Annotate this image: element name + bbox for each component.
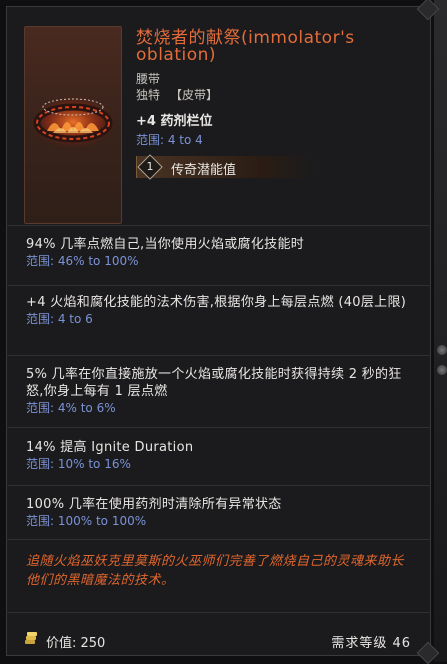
gold-coin-icon bbox=[25, 632, 37, 644]
implicit-stat: +4 药剂栏位 bbox=[136, 114, 213, 129]
affix-text: 94% 几率点燃自己,当你使用火焰或腐化技能时 bbox=[26, 237, 305, 252]
legendary-potential-bar: 1 传奇潜能值 bbox=[136, 154, 315, 180]
affix-range: 范围: 46% to 100% bbox=[26, 254, 139, 268]
affix-block: 14% 提高 Ignite Duration 范围: 10% to 16% bbox=[6, 427, 431, 485]
scroll-rail bbox=[434, 0, 447, 662]
affix-block: 100% 几率在使用药剂时清除所有异常状态 范围: 100% to 100% bbox=[6, 485, 431, 539]
rail-knob bbox=[437, 365, 447, 375]
affix-text: +4 火焰和腐化技能的法术伤害,根据你身上每层点燃 (40层上限) bbox=[26, 295, 407, 310]
item-header: 焚烧者的献祭(immolator's oblation) 腰带 独特 【皮带】 +… bbox=[6, 6, 431, 224]
item-value: 价值: 250 bbox=[46, 636, 106, 651]
affix-block: 94% 几率点燃自己,当你使用火焰或腐化技能时 范围: 46% to 100% bbox=[6, 225, 431, 285]
affix-range: 范围: 4 to 6 bbox=[26, 312, 93, 326]
affix-range: 范围: 4% to 6% bbox=[26, 401, 116, 415]
affix-text: 5% 几率在你直接施放一个火焰或腐化技能时获得持续 2 秒的狂怒,你身上每有 1… bbox=[26, 367, 402, 399]
item-rarity-line: 独特 【皮带】 bbox=[136, 86, 218, 103]
affix-range: 范围: 100% to 100% bbox=[26, 514, 147, 528]
level-requirement: 需求等级 46 bbox=[331, 636, 411, 651]
item-rarity: 独特 bbox=[136, 88, 161, 102]
affix-text: 14% 提高 Ignite Duration bbox=[26, 440, 194, 455]
affix-text: 100% 几率在使用药剂时清除所有异常状态 bbox=[26, 497, 282, 512]
item-type-tag: 【皮带】 bbox=[170, 88, 219, 102]
potential-label: 传奇潜能值 bbox=[171, 163, 237, 178]
potential-diamond-icon: 1 bbox=[137, 154, 163, 180]
item-footer: 价值: 250 需求等级 46 bbox=[6, 612, 431, 656]
item-title: 焚烧者的献祭(immolator's oblation) bbox=[136, 28, 355, 65]
potential-count: 1 bbox=[146, 160, 154, 173]
item-type: 腰带 bbox=[136, 72, 161, 86]
affix-block: 5% 几率在你直接施放一个火焰或腐化技能时获得持续 2 秒的狂怒,你身上每有 1… bbox=[6, 355, 431, 427]
affix-range: 范围: 10% to 16% bbox=[26, 457, 131, 471]
belt-item-icon bbox=[24, 26, 122, 224]
flavor-text: 追随火焰巫妖克里莫斯的火巫师们完善了燃烧自己的灵魂来助长他们的黑暗魔法的技术。 bbox=[6, 539, 431, 611]
affix-block: +4 火焰和腐化技能的法术伤害,根据你身上每层点燃 (40层上限) 范围: 4 … bbox=[6, 285, 431, 355]
rail-knob bbox=[437, 345, 447, 355]
implicit-range: 范围: 4 to 4 bbox=[136, 133, 203, 147]
